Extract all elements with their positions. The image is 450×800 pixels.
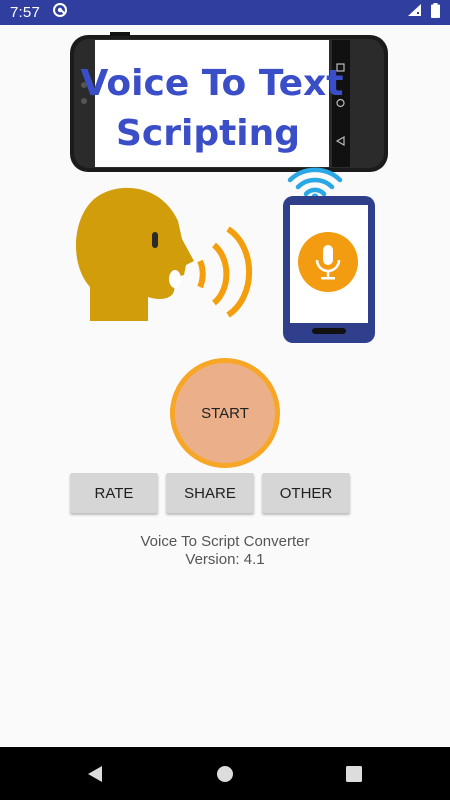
status-left: 7:57 <box>10 2 68 23</box>
signal-icon <box>407 3 423 22</box>
status-bar: 7:57 <box>0 0 450 25</box>
other-button-label: OTHER <box>279 484 333 502</box>
app-info: Voice To Script Converter Version: 4.1 <box>0 533 450 569</box>
app-screen: 7:57 Voice To Text Scripting START RATE … <box>0 0 450 800</box>
share-button[interactable]: SHARE <box>166 473 254 513</box>
navigation-bar <box>0 747 450 800</box>
app-name-text: Voice To Script Converter <box>140 533 310 550</box>
app-version-text: Version: 4.1 <box>185 551 265 568</box>
hero-title-line1: Voice To Text <box>81 63 344 104</box>
status-time: 7:57 <box>10 4 40 21</box>
start-button[interactable]: START <box>170 358 280 468</box>
speaking-head-icon <box>75 187 194 321</box>
hero-title-line2: Scripting <box>116 113 300 154</box>
phone-microphone-icon <box>283 196 375 343</box>
share-button-label: SHARE <box>184 484 236 502</box>
home-icon[interactable] <box>212 761 238 787</box>
vpn-key-icon <box>52 2 68 23</box>
status-right <box>407 2 440 23</box>
wifi-icon <box>287 167 343 201</box>
rate-button[interactable]: RATE <box>70 473 158 513</box>
other-button[interactable]: OTHER <box>262 473 350 513</box>
hero-banner: Voice To Text Scripting <box>0 25 450 355</box>
start-button-label: START <box>201 404 249 422</box>
back-icon[interactable] <box>82 761 108 787</box>
sound-waves-icon <box>197 226 253 318</box>
rate-button-label: RATE <box>94 484 134 502</box>
recents-icon[interactable] <box>341 761 367 787</box>
battery-icon <box>431 2 440 23</box>
